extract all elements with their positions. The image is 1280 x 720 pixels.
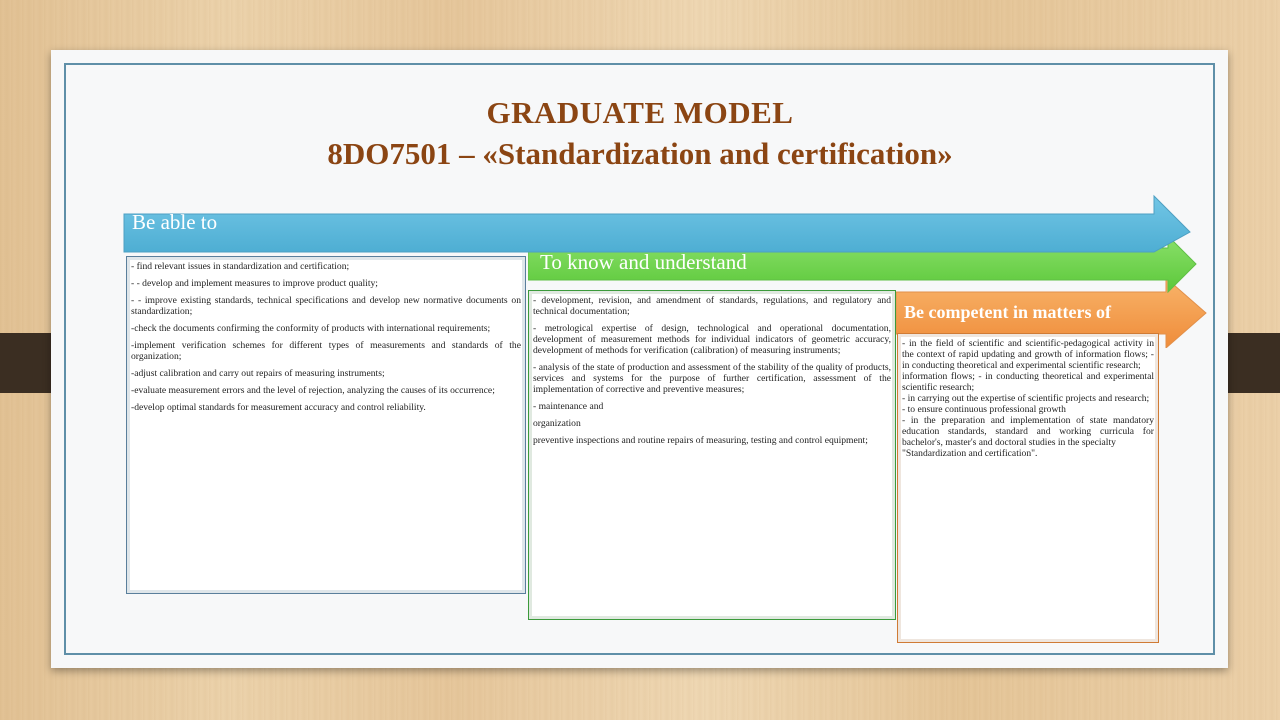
left-strap (0, 333, 52, 393)
list-item: preventive inspections and routine repai… (533, 435, 868, 446)
list-item: information flows; - in conducting theor… (902, 371, 1154, 393)
list-item: - metrological expertise of design, tech… (533, 323, 891, 356)
list-item: -adjust calibration and carry out repair… (131, 368, 385, 379)
list-item: -check the documents confirming the conf… (131, 323, 491, 334)
list-item: - find relevant issues in standardizatio… (131, 261, 350, 272)
list-item: - maintenance and (533, 401, 604, 412)
be-able-to-heading: Be able to (132, 210, 218, 234)
list-item: - in the field of scientific and scienti… (902, 338, 1154, 371)
know-understand-heading: To know and understand (540, 250, 747, 274)
list-item: organization (533, 418, 581, 429)
list-item: -implement verification schemes for diff… (131, 340, 521, 362)
blue-arrow (122, 194, 1194, 256)
competent-box: - in the field of scientific and scienti… (897, 333, 1159, 643)
list-item: -develop optimal standards for measureme… (131, 402, 426, 413)
list-item: - development, revision, and amendment o… (533, 295, 891, 317)
know-understand-box: - development, revision, and amendment o… (528, 290, 896, 620)
list-item: "Standardization and certification". (902, 448, 1038, 459)
list-item: - - develop and implement measures to im… (131, 278, 378, 289)
list-item: - analysis of the state of production an… (533, 362, 891, 395)
competent-heading: Be competent in matters of (904, 302, 1111, 322)
be-able-to-box: - find relevant issues in standardizatio… (126, 256, 526, 594)
list-item: - - improve existing standards, technica… (131, 295, 521, 317)
slide-title: GRADUATE MODEL (486, 95, 794, 130)
list-item: -evaluate measurement errors and the lev… (131, 385, 495, 396)
slide-subtitle: 8DO7501 – «Standardization and certifica… (327, 136, 953, 171)
list-item: - in the preparation and implementation … (902, 415, 1154, 448)
list-item: - in carrying out the expertise of scien… (902, 393, 1150, 404)
list-item: - to ensure continuous professional grow… (902, 404, 1066, 415)
